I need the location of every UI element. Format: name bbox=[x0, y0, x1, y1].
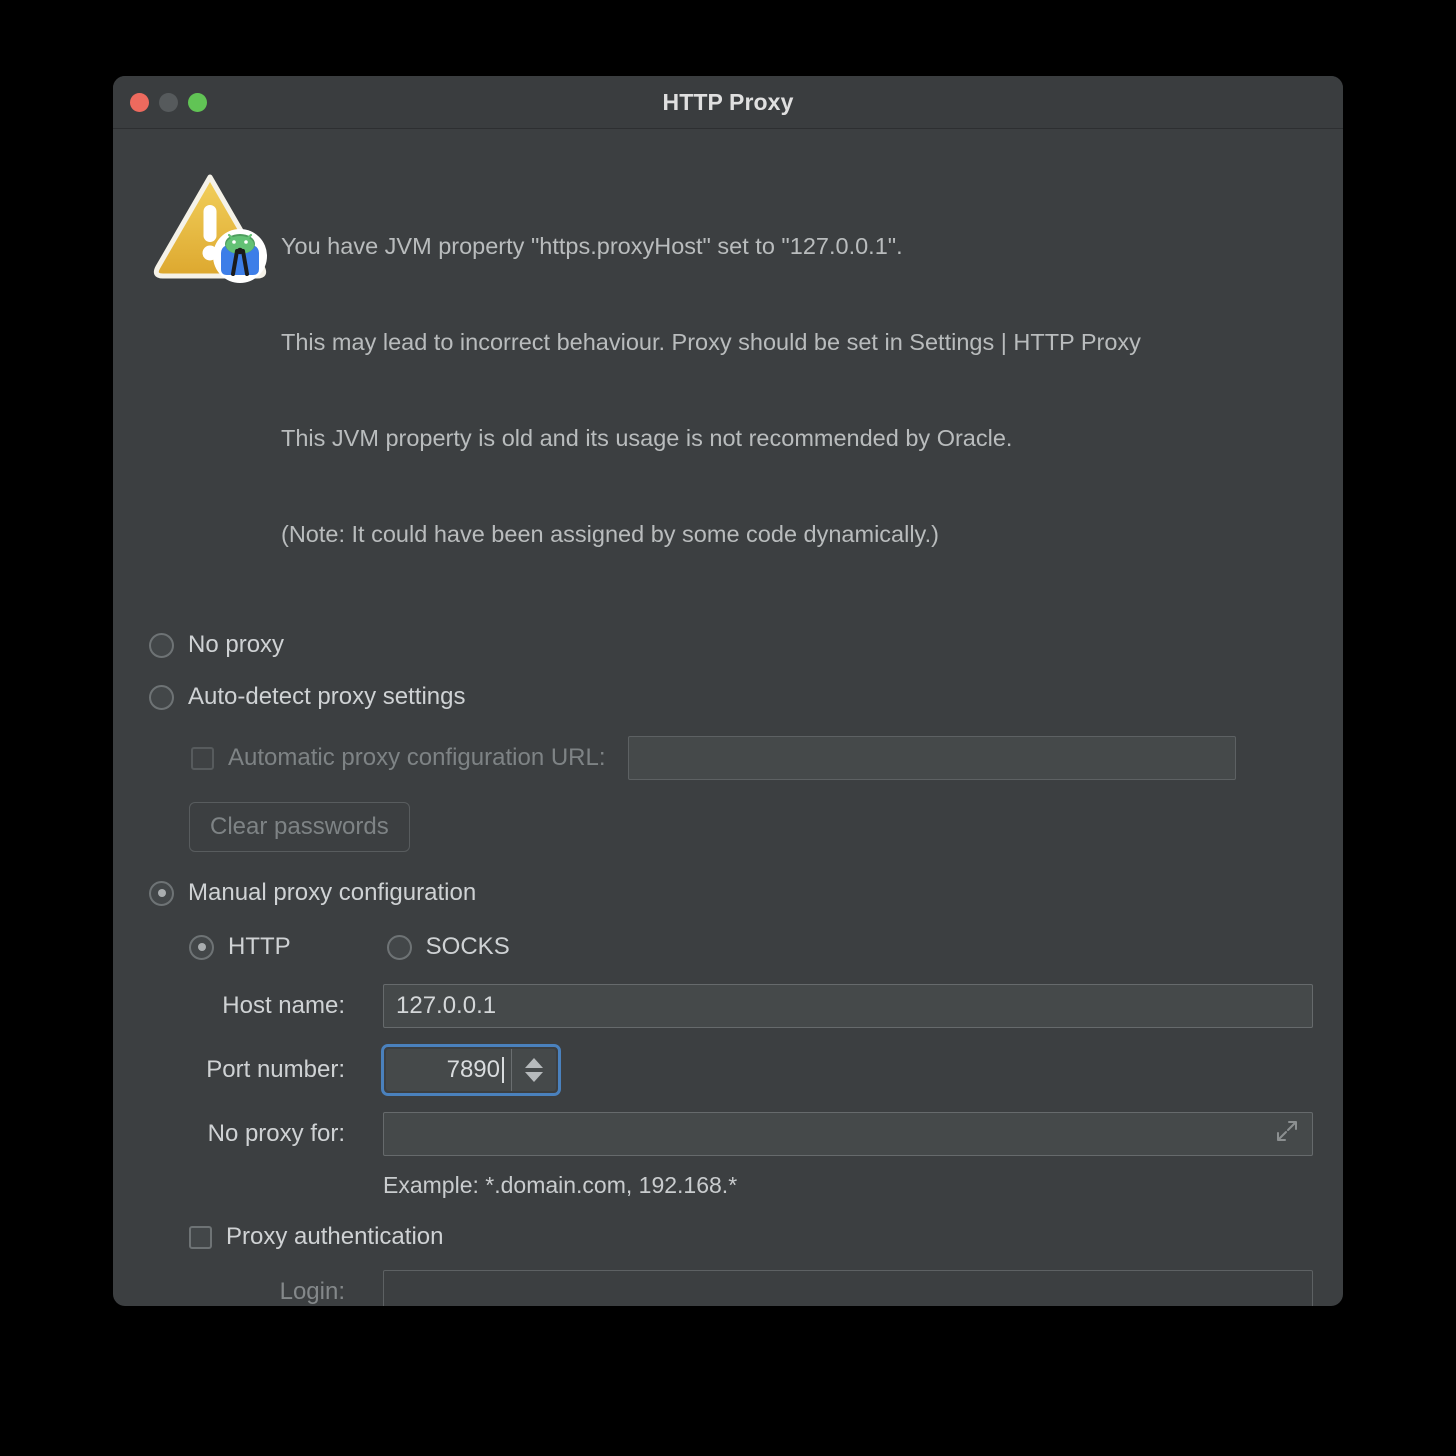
example-row: Example: *.domain.com, 192.168.* bbox=[149, 1170, 1343, 1200]
title-bar: HTTP Proxy bbox=[113, 76, 1343, 129]
port-number-input[interactable]: 7890 bbox=[386, 1049, 511, 1091]
protocol-row: HTTP SOCKS bbox=[149, 932, 1343, 962]
port-number-label: Port number: bbox=[206, 1056, 345, 1083]
warning-line-2: This may lead to incorrect behaviour. Pr… bbox=[281, 329, 1141, 355]
warning-line-1: You have JVM property "https.proxyHost" … bbox=[281, 233, 903, 259]
expand-diagonal-icon[interactable] bbox=[1274, 1118, 1300, 1151]
text-caret bbox=[502, 1057, 504, 1083]
warning-triangle-icon bbox=[149, 165, 271, 287]
clear-passwords-row: Clear passwords bbox=[149, 802, 1343, 852]
dialog-content: You have JVM property "https.proxyHost" … bbox=[113, 129, 1343, 1306]
pac-url-input[interactable] bbox=[627, 736, 1236, 780]
jvm-warning-banner: You have JVM property "https.proxyHost" … bbox=[113, 129, 1343, 614]
http-label: HTTP bbox=[228, 933, 291, 960]
window-title: HTTP Proxy bbox=[662, 88, 794, 115]
warning-line-3: This JVM property is old and its usage i… bbox=[281, 425, 1013, 451]
radio-no-proxy[interactable]: No proxy bbox=[149, 630, 1343, 660]
pac-url-checkbox[interactable] bbox=[191, 746, 214, 770]
socks-label: SOCKS bbox=[425, 933, 510, 960]
port-number-value: 7890 bbox=[446, 1056, 500, 1083]
auto-detect-radio-indicator[interactable] bbox=[149, 684, 174, 710]
radio-auto-detect-proxy[interactable]: Auto-detect proxy settings bbox=[149, 682, 1343, 712]
host-name-label: Host name: bbox=[222, 992, 345, 1019]
login-row: Login: bbox=[149, 1270, 1343, 1306]
no-proxy-for-row: No proxy for: bbox=[149, 1112, 1343, 1156]
pac-url-row: Automatic proxy configuration URL: bbox=[149, 736, 1343, 780]
stepper-up-icon[interactable] bbox=[525, 1058, 543, 1068]
no-proxy-radio-indicator[interactable] bbox=[149, 632, 174, 658]
host-name-input[interactable]: 127.0.0.1 bbox=[383, 984, 1313, 1028]
proxy-options: No proxy Auto-detect proxy settings Auto… bbox=[113, 614, 1343, 1306]
manual-proxy-label: Manual proxy configuration bbox=[188, 879, 477, 906]
zoom-window-button[interactable] bbox=[188, 92, 207, 112]
example-hint: Example: *.domain.com, 192.168.* bbox=[383, 1171, 738, 1198]
no-proxy-for-input[interactable] bbox=[383, 1112, 1313, 1156]
warning-line-4: (Note: It could have been assigned by so… bbox=[281, 521, 939, 547]
port-stepper[interactable] bbox=[511, 1049, 556, 1091]
login-label: Login: bbox=[279, 1278, 345, 1305]
auto-detect-label: Auto-detect proxy settings bbox=[188, 683, 466, 710]
android-studio-icon bbox=[213, 229, 267, 283]
manual-proxy-radio-indicator[interactable] bbox=[149, 880, 174, 906]
close-window-button[interactable] bbox=[130, 92, 149, 112]
proxy-authentication-row[interactable]: Proxy authentication bbox=[149, 1222, 1343, 1252]
warning-message: You have JVM property "https.proxyHost" … bbox=[271, 161, 1141, 614]
no-proxy-for-label: No proxy for: bbox=[207, 1120, 345, 1147]
port-number-row: Port number: 7890 bbox=[149, 1044, 1343, 1096]
port-number-spinner[interactable]: 7890 bbox=[381, 1044, 561, 1096]
http-proxy-dialog: HTTP Proxy You have JVM property "https.… bbox=[113, 76, 1343, 1306]
minimize-window-button[interactable] bbox=[159, 92, 178, 112]
http-radio-indicator[interactable] bbox=[189, 934, 214, 960]
stepper-down-icon[interactable] bbox=[525, 1072, 543, 1082]
no-proxy-label: No proxy bbox=[188, 631, 285, 658]
host-name-row: Host name: 127.0.0.1 bbox=[149, 984, 1343, 1028]
login-input[interactable] bbox=[383, 1270, 1313, 1306]
proxy-authentication-label: Proxy authentication bbox=[226, 1223, 444, 1250]
pac-url-label: Automatic proxy configuration URL: bbox=[228, 744, 606, 771]
port-number-inner: 7890 bbox=[386, 1049, 556, 1091]
clear-passwords-button[interactable]: Clear passwords bbox=[189, 802, 410, 852]
socks-radio-indicator[interactable] bbox=[386, 934, 412, 960]
proxy-authentication-checkbox[interactable] bbox=[189, 1225, 212, 1249]
window-controls bbox=[130, 76, 207, 128]
radio-manual-proxy[interactable]: Manual proxy configuration bbox=[149, 878, 1343, 908]
